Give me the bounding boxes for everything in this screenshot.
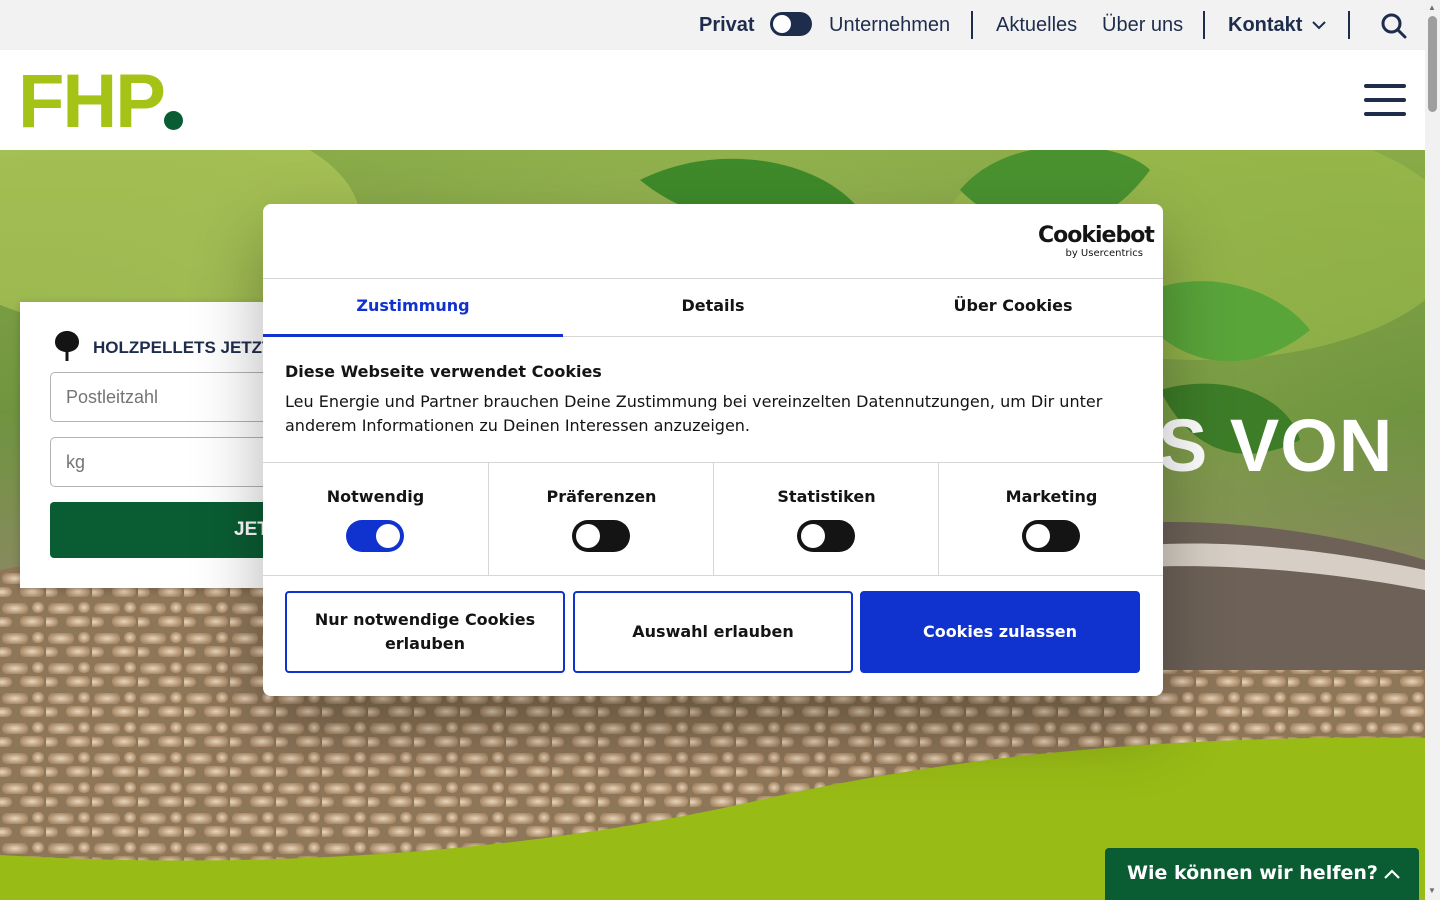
cookiebot-brand: Cookiebot xyxy=(1038,223,1155,248)
audience-toggle[interactable] xyxy=(770,12,812,36)
category-label: Marketing xyxy=(1005,487,1098,506)
allow-selection-button[interactable]: Auswahl erlauben xyxy=(573,591,853,673)
divider xyxy=(1348,11,1350,39)
category-label: Statistiken xyxy=(777,487,876,506)
consent-tabs: Zustimmung Details Über Cookies xyxy=(263,279,1163,337)
tab-ueber-cookies[interactable]: Über Cookies xyxy=(863,279,1163,337)
help-widget[interactable]: Wie können wir helfen? xyxy=(1105,848,1419,900)
help-widget-label: Wie können wir helfen? xyxy=(1127,862,1378,884)
category-praeferenzen: Präferenzen xyxy=(488,463,713,575)
category-label: Präferenzen xyxy=(546,487,657,506)
allow-all-button[interactable]: Cookies zulassen xyxy=(860,591,1140,673)
scroll-up-arrow-icon[interactable]: ▲ xyxy=(1428,3,1436,13)
statistiken-toggle[interactable] xyxy=(797,520,855,552)
cookiebot-brand-sub: by Usercentrics xyxy=(1065,248,1143,259)
privat-link[interactable]: Privat xyxy=(699,12,755,38)
tab-details[interactable]: Details xyxy=(563,279,863,337)
category-label: Notwendig xyxy=(326,487,425,506)
unternehmen-link[interactable]: Unternehmen xyxy=(829,12,950,38)
aktuelles-link[interactable]: Aktuelles xyxy=(996,12,1077,38)
chevron-down-icon[interactable] xyxy=(1311,19,1327,31)
category-notwendig: Notwendig xyxy=(263,463,488,575)
category-marketing: Marketing xyxy=(938,463,1163,575)
ueber-uns-link[interactable]: Über uns xyxy=(1102,12,1183,38)
order-card-title: HOLZPELLETS JETZT xyxy=(93,338,273,357)
utility-bar: Privat Unternehmen Aktuelles Über uns Ko… xyxy=(0,0,1425,50)
scrollbar[interactable]: ▲ ▼ xyxy=(1425,0,1440,900)
scrollbar-thumb[interactable] xyxy=(1428,16,1437,112)
dialog-description: Leu Energie und Partner brauchen Deine Z… xyxy=(285,392,1103,435)
hamburger-menu-icon[interactable] xyxy=(1364,82,1406,118)
category-statistiken: Statistiken xyxy=(713,463,938,575)
logo[interactable]: FHP xyxy=(18,64,166,140)
scroll-down-arrow-icon[interactable]: ▼ xyxy=(1428,886,1436,896)
logo-dot xyxy=(164,111,183,130)
divider xyxy=(971,11,973,39)
chevron-up-icon xyxy=(1384,869,1400,879)
dialog-header: Cookiebot by Usercentrics xyxy=(263,204,1163,279)
tree-icon xyxy=(55,331,79,361)
consent-categories: Notwendig Präferenzen Statistiken Market… xyxy=(263,462,1163,576)
divider xyxy=(1203,11,1205,39)
cookie-consent-dialog: Cookiebot by Usercentrics Zustimmung Det… xyxy=(263,204,1163,696)
cookiebot-logo: Cookiebot by Usercentrics xyxy=(1038,223,1155,260)
tab-zustimmung[interactable]: Zustimmung xyxy=(263,279,563,337)
marketing-toggle[interactable] xyxy=(1022,520,1080,552)
necessary-only-button[interactable]: Nur notwendige Cookies erlauben xyxy=(285,591,565,673)
search-icon[interactable] xyxy=(1380,12,1408,40)
hero-title: S VON xyxy=(1158,404,1394,487)
notwendig-toggle[interactable] xyxy=(346,520,404,552)
site-header: FHP xyxy=(0,50,1425,150)
kontakt-link[interactable]: Kontakt xyxy=(1228,12,1302,38)
praeferenzen-toggle[interactable] xyxy=(572,520,630,552)
dialog-heading: Diese Webseite verwendet Cookies xyxy=(285,362,602,381)
